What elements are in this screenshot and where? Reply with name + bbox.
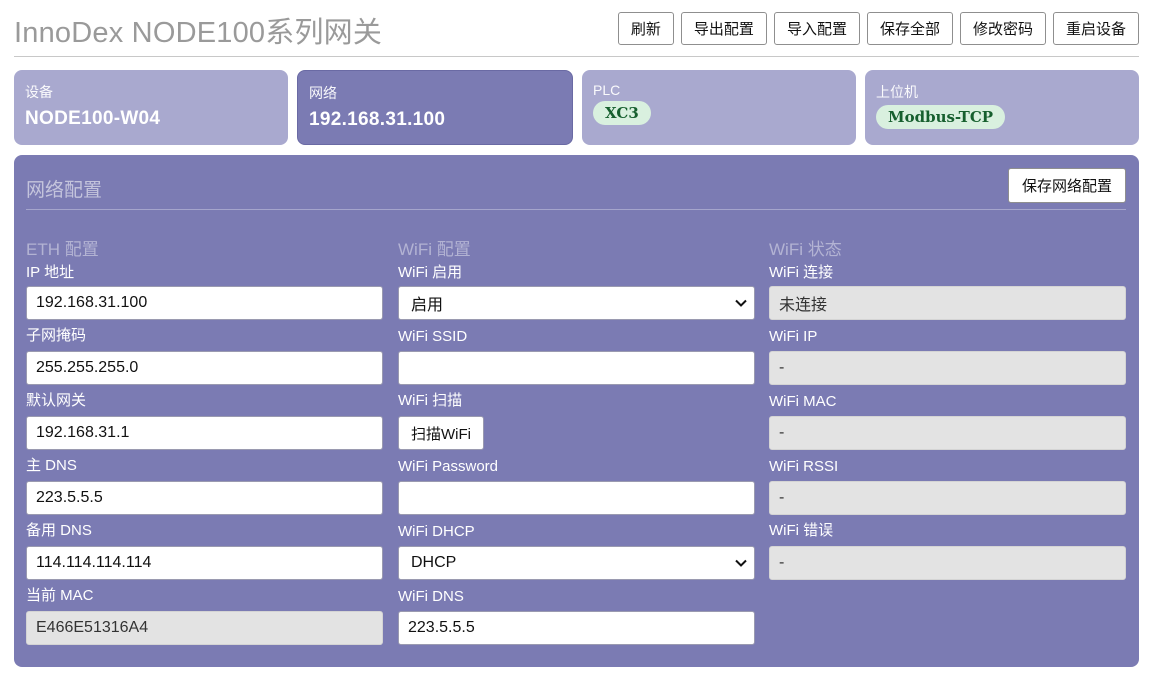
gateway-input[interactable]: 192.168.31.1 bbox=[26, 416, 383, 450]
network-card-value: 192.168.31.100 bbox=[309, 109, 446, 130]
wifi-enable-select[interactable]: 启用 bbox=[398, 286, 755, 320]
wifi-dhcp-select[interactable]: DHCP bbox=[398, 546, 755, 580]
wifi-dns-input[interactable]: 223.5.5.5 bbox=[398, 611, 755, 645]
refresh-button[interactable]: 刷新 bbox=[617, 12, 674, 45]
wifi-connection-label: WiFi 连接 bbox=[769, 264, 834, 281]
current-mac-label: 当前 MAC bbox=[26, 587, 94, 604]
network-card[interactable]: 网络 192.168.31.100 bbox=[297, 70, 573, 145]
wifi-rssi-field: - bbox=[769, 481, 1126, 515]
chevron-down-icon bbox=[735, 299, 747, 307]
subnet-mask-input[interactable]: 255.255.255.0 bbox=[26, 351, 383, 385]
scan-wifi-button[interactable]: 扫描WiFi bbox=[398, 416, 484, 450]
app-title: InnoDex NODE100系列网关 bbox=[14, 17, 383, 49]
device-card-label: 设备 bbox=[25, 84, 53, 100]
host-card: 上位机 Modbus-TCP bbox=[865, 70, 1139, 145]
plc-card-label: PLC bbox=[593, 82, 621, 98]
secondary-dns-input[interactable]: 114.114.114.114 bbox=[26, 546, 383, 580]
wifi-status-column: WiFi 状态 WiFi 连接 未连接 WiFi IP - WiFi MAC -… bbox=[769, 235, 1126, 580]
network-card-label: 网络 bbox=[309, 85, 337, 101]
panel-title: 网络配置 bbox=[26, 180, 103, 201]
wifi-mac-label: WiFi MAC bbox=[769, 393, 837, 410]
wifi-dhcp-value: DHCP bbox=[411, 554, 457, 571]
wifi-dhcp-label: WiFi DHCP bbox=[398, 523, 475, 540]
export-config-button[interactable]: 导出配置 bbox=[680, 12, 767, 45]
wifi-error-field: - bbox=[769, 546, 1126, 580]
wifi-ip-field: - bbox=[769, 351, 1126, 385]
wifi-ssid-input[interactable] bbox=[398, 351, 755, 385]
wifi-rssi-label: WiFi RSSI bbox=[769, 458, 839, 475]
host-status-badge: Modbus-TCP bbox=[876, 105, 1006, 129]
gateway-label: 默认网关 bbox=[26, 392, 87, 409]
save-all-button[interactable]: 保存全部 bbox=[866, 12, 953, 45]
wifi-ip-label: WiFi IP bbox=[769, 328, 818, 345]
wifi-password-input[interactable] bbox=[398, 481, 755, 515]
wifi-password-label: WiFi Password bbox=[398, 458, 499, 475]
ip-address-input[interactable]: 192.168.31.100 bbox=[26, 286, 383, 320]
plc-card: PLC XC3 bbox=[582, 70, 856, 145]
device-card: 设备 NODE100-W04 bbox=[14, 70, 288, 145]
ip-address-label: IP 地址 bbox=[26, 264, 75, 281]
wifi-connection-field: 未连接 bbox=[769, 286, 1126, 320]
header: InnoDex NODE100系列网关 刷新 导出配置 导入配置 保存全部 修改… bbox=[14, 0, 1139, 57]
device-card-value: NODE100-W04 bbox=[25, 108, 161, 129]
summary-cards: 设备 NODE100-W04 网络 192.168.31.100 PLC XC3… bbox=[14, 70, 1139, 145]
wifi-mac-field: - bbox=[769, 416, 1126, 450]
save-network-config-button[interactable]: 保存网络配置 bbox=[1007, 168, 1126, 203]
network-config-panel: 网络配置 保存网络配置 ETH 配置 IP 地址 192.168.31.100 … bbox=[14, 155, 1139, 667]
chevron-down-icon bbox=[735, 559, 747, 567]
subnet-mask-label: 子网掩码 bbox=[26, 327, 87, 344]
panel-divider bbox=[26, 209, 1126, 210]
wifi-enable-label: WiFi 启用 bbox=[398, 264, 463, 281]
wifi-dns-label: WiFi DNS bbox=[398, 588, 464, 605]
eth-config-column: ETH 配置 IP 地址 192.168.31.100 子网掩码 255.255… bbox=[26, 235, 383, 645]
secondary-dns-label: 备用 DNS bbox=[26, 522, 92, 539]
wifi-ssid-label: WiFi SSID bbox=[398, 328, 468, 345]
wifi-scan-label: WiFi 扫描 bbox=[398, 392, 463, 409]
host-card-label: 上位机 bbox=[876, 84, 918, 100]
primary-dns-label: 主 DNS bbox=[26, 457, 77, 474]
eth-section-title: ETH 配置 bbox=[26, 240, 99, 259]
change-password-button[interactable]: 修改密码 bbox=[959, 12, 1046, 45]
wifi-config-column: WiFi 配置 WiFi 启用 启用 WiFi SSID WiFi 扫描 扫描W… bbox=[398, 235, 755, 645]
wifi-error-label: WiFi 错误 bbox=[769, 522, 834, 539]
primary-dns-input[interactable]: 223.5.5.5 bbox=[26, 481, 383, 515]
restart-device-button[interactable]: 重启设备 bbox=[1052, 12, 1139, 45]
wifi-status-title: WiFi 状态 bbox=[769, 240, 842, 259]
wifi-section-title: WiFi 配置 bbox=[398, 240, 471, 259]
import-config-button[interactable]: 导入配置 bbox=[773, 12, 860, 45]
toolbar: 刷新 导出配置 导入配置 保存全部 修改密码 重启设备 bbox=[617, 12, 1139, 45]
current-mac-field: E466E51316A4 bbox=[26, 611, 383, 645]
plc-status-badge: XC3 bbox=[593, 101, 651, 125]
wifi-enable-value: 启用 bbox=[411, 297, 444, 314]
